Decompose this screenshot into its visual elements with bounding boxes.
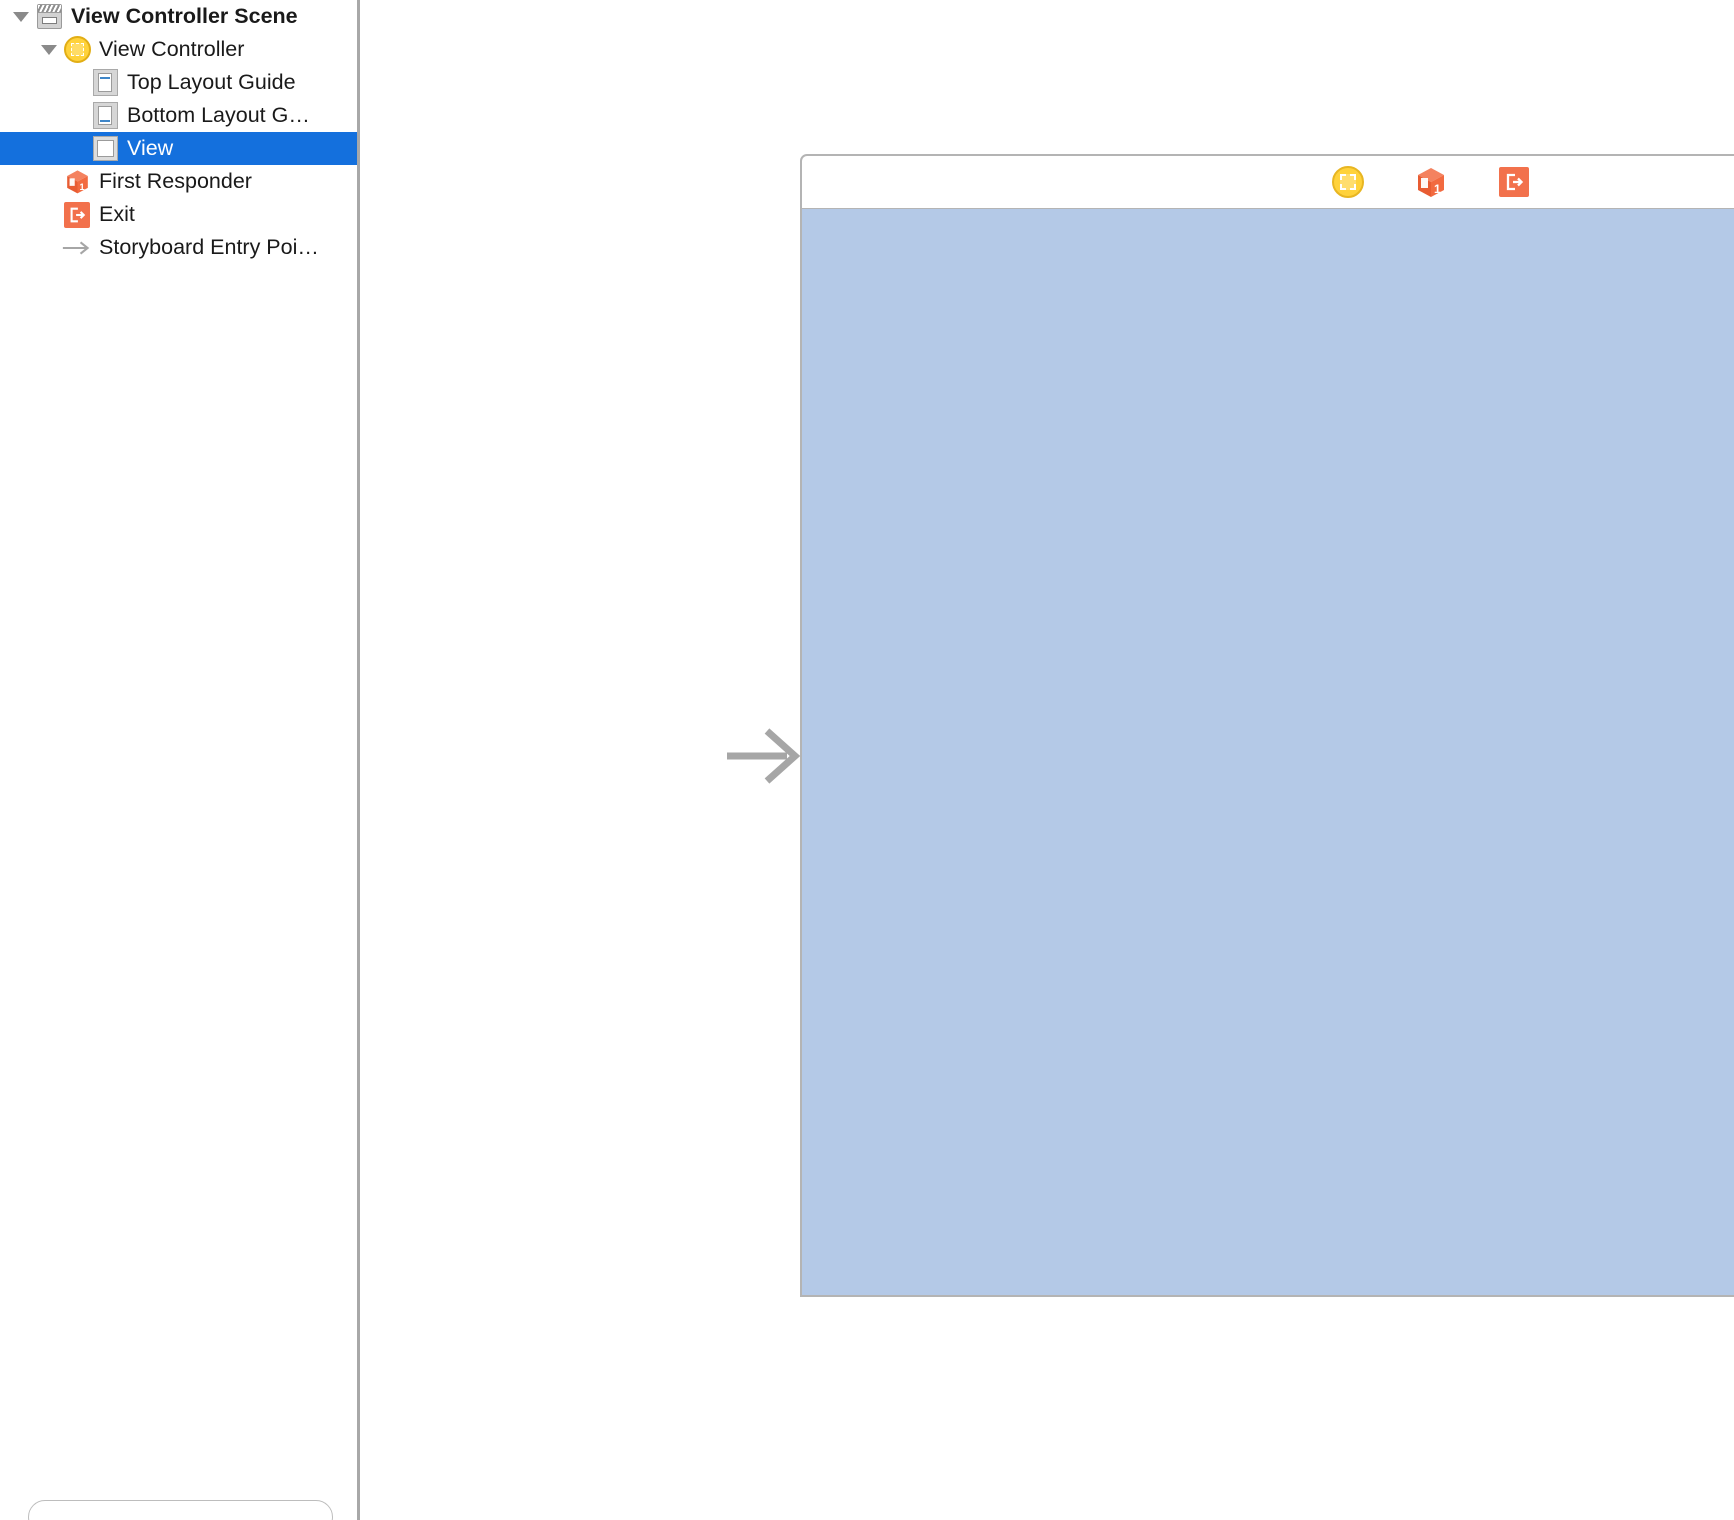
outline-row[interactable]: Bottom Layout G… [0,99,357,132]
outline-filter-field[interactable] [28,1500,333,1520]
scene-icon [34,4,64,29]
outline-row-label: Bottom Layout G… [127,102,310,127]
bottom-layout-guide-icon [90,102,120,129]
disclosure-triangle-icon[interactable] [8,11,34,22]
scene-dock[interactable]: 1 [800,154,1734,210]
outline-row[interactable]: Storyboard Entry Poi… [0,231,357,264]
outline-row[interactable]: View Controller Scene [0,0,357,33]
view-controller-scene[interactable]: 1 [800,154,1734,1297]
exit-icon [62,201,92,228]
first-responder-icon: 1 [62,168,92,195]
disclosure-triangle-icon[interactable] [36,44,62,55]
outline-row-label: Exit [99,201,135,226]
outline-row-label: Storyboard Entry Poi… [99,234,319,259]
top-layout-guide-icon [90,69,120,96]
outline-row[interactable]: View Controller [0,33,357,66]
outline-row-label: View Controller Scene [71,3,298,28]
outline-row-label: View [127,135,174,160]
document-outline-tree[interactable]: View Controller Scene View Controller Top … [0,0,357,264]
svg-text:1: 1 [79,182,84,192]
outline-row[interactable]: Exit [0,198,357,231]
dock-view-controller-icon[interactable] [1330,164,1366,200]
outline-row-label: Top Layout Guide [127,69,296,94]
storyboard-entry-point-icon [62,238,92,258]
scene-root-view[interactable] [800,209,1734,1297]
dock-first-responder-icon[interactable]: 1 [1413,164,1449,200]
view-icon [90,136,120,161]
outline-row[interactable]: 1 First Responder [0,165,357,198]
outline-row[interactable]: Top Layout Guide [0,66,357,99]
outline-row-label: First Responder [99,168,252,193]
document-outline-panel[interactable]: View Controller Scene View Controller Top … [0,0,360,1520]
storyboard-canvas[interactable]: 1 [360,0,1734,1520]
outline-row-label: View Controller [99,36,245,61]
outline-row[interactable]: View [0,132,357,165]
storyboard-entry-point-arrow [727,728,801,784]
view-controller-icon [62,36,92,63]
svg-text:1: 1 [1434,182,1441,196]
dock-exit-icon[interactable] [1496,164,1532,200]
